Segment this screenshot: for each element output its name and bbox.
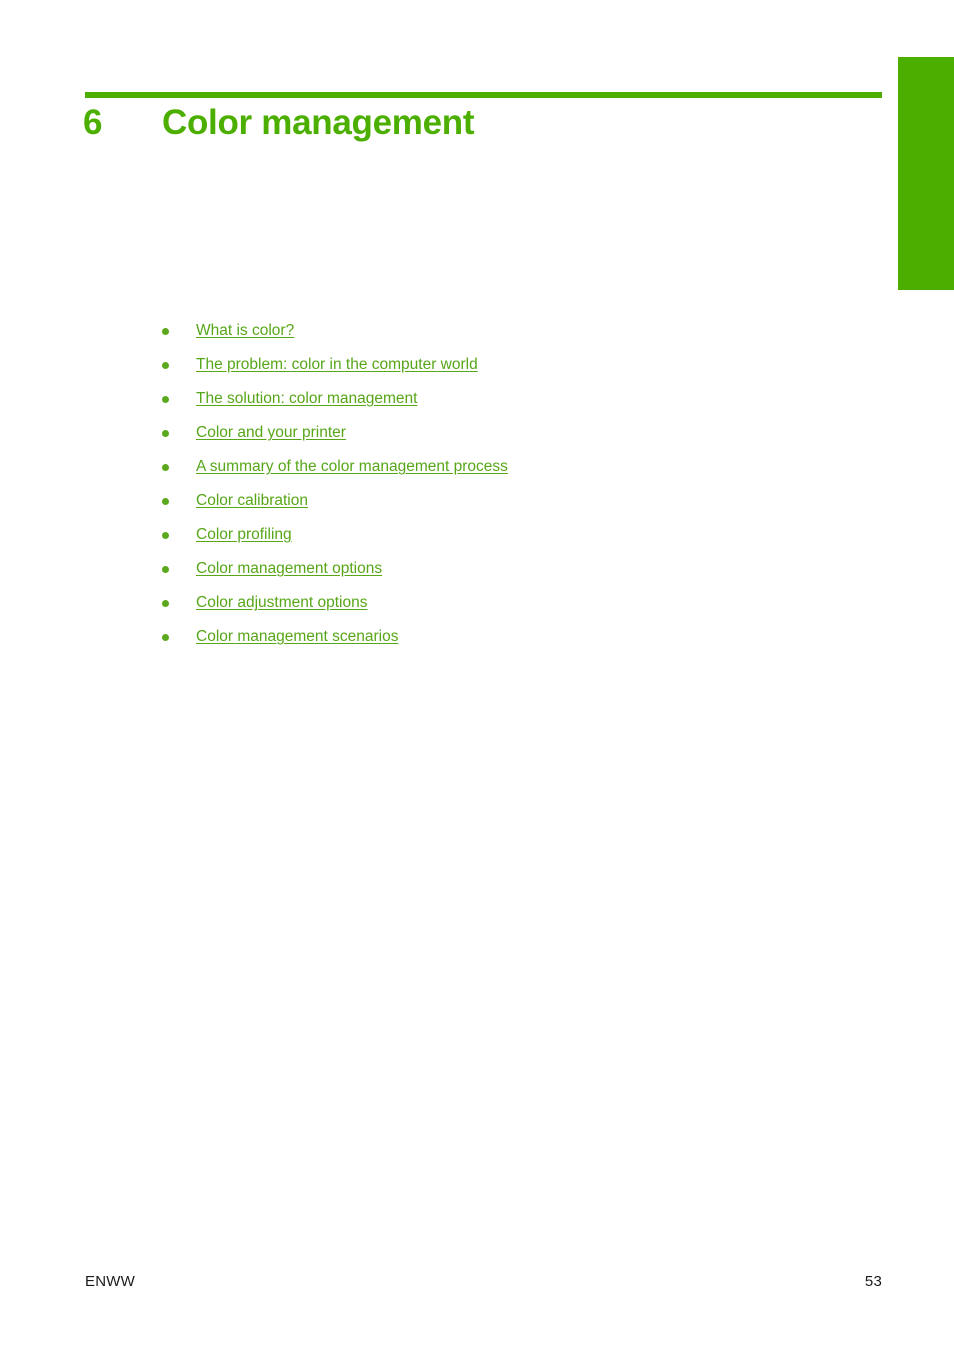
page-number: 53 xyxy=(864,1272,882,1290)
page-footer: ENWW 53 xyxy=(85,1270,882,1292)
toc-link-color-calibration[interactable]: Color calibration xyxy=(196,490,308,512)
bullet-icon xyxy=(162,328,169,335)
bullet-icon xyxy=(162,396,169,403)
bullet-icon xyxy=(162,532,169,539)
list-item: What is color? xyxy=(155,320,855,354)
toc-link-color-profiling[interactable]: Color profiling xyxy=(196,524,292,546)
toc-link-a-summary-of-the-color-management-process[interactable]: A summary of the color management proces… xyxy=(196,456,508,478)
bullet-icon xyxy=(162,600,169,607)
list-item: Color and your printer xyxy=(155,422,855,456)
toc-link-color-and-your-printer[interactable]: Color and your printer xyxy=(196,422,346,444)
bullet-icon xyxy=(162,430,169,437)
page-title: 6 Color management xyxy=(83,103,883,149)
bullet-icon xyxy=(162,464,169,471)
chapter-contents-list: What is color? The problem: color in the… xyxy=(155,320,855,660)
list-item: A summary of the color management proces… xyxy=(155,456,855,490)
toc-link-what-is-color[interactable]: What is color? xyxy=(196,320,294,342)
toc-link-the-solution-color-management[interactable]: The solution: color management xyxy=(196,388,417,410)
toc-link-the-problem-color-in-the-computer-world[interactable]: The problem: color in the computer world xyxy=(196,354,478,376)
list-item: Color management scenarios xyxy=(155,626,855,660)
chapter-number: 6 xyxy=(83,103,103,142)
bullet-icon xyxy=(162,566,169,573)
list-item: Color calibration xyxy=(155,490,855,524)
footer-locale-code: ENWW xyxy=(85,1272,135,1290)
list-item: The solution: color management xyxy=(155,388,855,422)
list-item: The problem: color in the computer world xyxy=(155,354,855,388)
page-sheet: 6 Color management Color management What… xyxy=(0,0,954,1350)
bullet-icon xyxy=(162,362,169,369)
thumb-tab: Color management xyxy=(898,57,954,290)
toc-link-color-adjustment-options[interactable]: Color adjustment options xyxy=(196,592,367,614)
toc-link-color-management-options[interactable]: Color management options xyxy=(196,558,382,580)
chapter-rule xyxy=(85,92,882,98)
list-item: Color profiling xyxy=(155,524,855,558)
list-item: Color adjustment options xyxy=(155,592,855,626)
bullet-icon xyxy=(162,498,169,505)
chapter-title: Color management xyxy=(162,103,475,142)
bullet-icon xyxy=(162,634,169,641)
toc-link-color-management-scenarios[interactable]: Color management scenarios xyxy=(196,626,398,648)
list-item: Color management options xyxy=(155,558,855,592)
